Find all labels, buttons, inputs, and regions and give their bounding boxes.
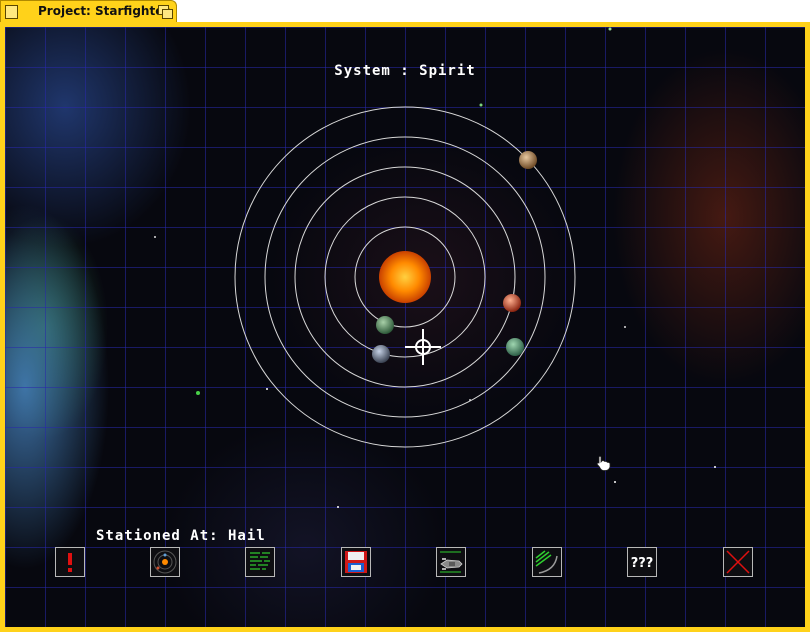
red-x-icon	[726, 550, 750, 574]
sun[interactable]	[379, 251, 431, 303]
hand-pointer-icon	[596, 455, 611, 471]
crosshair-cursor-icon	[405, 329, 441, 365]
window-frame: System : Spirit Stationed At: Hail ???	[0, 22, 810, 632]
exclamation-icon	[68, 553, 72, 572]
zoom-box-icon[interactable]	[158, 5, 173, 19]
game-window: Project: Starfighter System: Spirit Sta…	[0, 0, 810, 632]
exit-button[interactable]	[723, 547, 753, 577]
svg-text:???: ???	[631, 556, 654, 571]
planet-4[interactable]	[503, 294, 521, 312]
help-button[interactable]: ???	[627, 547, 657, 577]
ship-icon	[440, 551, 463, 573]
game-viewport[interactable]: System : Spirit Stationed At: Hail ???	[5, 27, 805, 627]
planet-2[interactable]	[372, 345, 390, 363]
background-stars	[154, 27, 716, 508]
planet-5[interactable]	[519, 151, 537, 169]
save-button[interactable]	[341, 547, 371, 577]
system-name-label: System : Spirit	[334, 63, 476, 79]
status-screen-icon	[250, 552, 270, 570]
window-tab[interactable]: Project: Starfighter	[0, 0, 177, 22]
title-bar: Project: Starfighter	[0, 0, 810, 22]
alert-button[interactable]	[55, 547, 85, 577]
weapons-button[interactable]	[532, 547, 562, 577]
planet-1[interactable]	[376, 316, 394, 334]
window-title: Project: Starfighter	[38, 4, 170, 18]
stationed-at-label: Stationed At: Hail	[96, 528, 266, 544]
planet-3[interactable]	[506, 338, 524, 356]
weapon-icon	[535, 550, 558, 574]
floppy-disk-icon	[345, 551, 367, 573]
question-marks-icon: ???	[631, 556, 654, 571]
starmap-button[interactable]	[150, 547, 180, 577]
close-box-icon[interactable]	[5, 5, 18, 19]
upgrade-ship-button[interactable]	[436, 547, 466, 577]
solar-system-icon	[153, 550, 177, 574]
status-button[interactable]	[245, 547, 275, 577]
